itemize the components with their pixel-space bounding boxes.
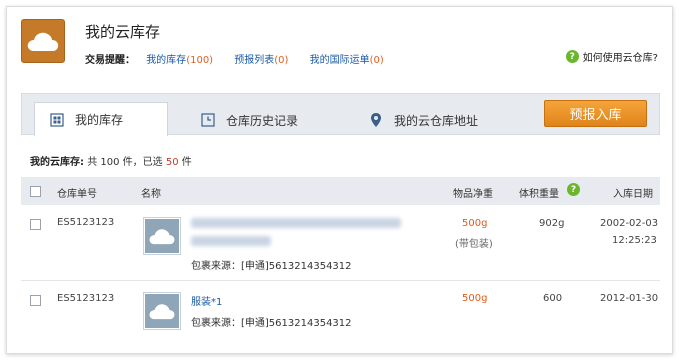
link-international-waybill[interactable]: 我的国际运单(0) <box>310 55 384 66</box>
table-row: ES5123123 包裹来源：[申通]5613214354312 500g (带… <box>21 207 660 281</box>
table-header: 仓库单号 名称 物品净重 体积重量 ? 入库日期 <box>21 177 660 205</box>
col-order-no: 仓库单号 <box>57 189 97 200</box>
inventory-summary: 我的云库存: 共 100 件，已选 50 件 <box>30 153 192 168</box>
tab-label: 我的云仓库地址 <box>394 113 479 128</box>
link-prereport-list[interactable]: 预报列表(0) <box>234 55 288 66</box>
link-count: (0) <box>369 55 384 66</box>
question-mark-icon: ? <box>565 50 579 63</box>
tab-bar: 我的库存 仓库历史记录 我的云仓库地址 预报入库 <box>21 93 660 136</box>
order-number: ES5123123 <box>57 217 115 228</box>
weight-note: (带包装) <box>455 239 493 250</box>
clock-icon <box>200 112 216 128</box>
net-weight: 500g <box>462 218 488 229</box>
link-count: (100) <box>186 55 214 66</box>
trade-reminder: 交易提醒： 我的库存(100) 预报列表(0) 我的国际运单(0) <box>85 51 402 66</box>
item-name-link[interactable]: 服装*1 <box>191 293 222 308</box>
package-source: 包裹来源：[申通]5613214354312 <box>191 261 352 272</box>
col-name: 名称 <box>141 189 161 200</box>
item-name-blurred[interactable] <box>191 236 271 246</box>
col-volume-weight: 体积重量 <box>519 189 559 200</box>
item-thumbnail[interactable] <box>143 217 181 255</box>
summary-total: 共 100 件，已选 <box>87 157 163 168</box>
reminder-label: 交易提醒： <box>85 55 135 66</box>
net-weight: 500g <box>462 293 488 304</box>
col-net-weight: 物品净重 <box>453 189 493 200</box>
grid-icon <box>49 112 65 128</box>
link-count: (0) <box>274 55 289 66</box>
tab-cloud-warehouse-address[interactable]: 我的云仓库地址 <box>368 104 478 136</box>
table-row: ES5123123 服装*1 包裹来源：[申通]5613214354312 50… <box>21 283 660 337</box>
volume-help-icon[interactable]: ? <box>567 183 580 196</box>
item-thumbnail[interactable] <box>143 292 181 330</box>
volume-weight: 902g <box>539 218 565 229</box>
page-title: 我的云库存 <box>85 23 161 41</box>
help-link[interactable]: ? 如何使用云仓库? <box>565 49 658 64</box>
inbound-date: 2002-02-03 <box>600 218 659 229</box>
item-name-blurred[interactable] <box>191 218 401 228</box>
tab-my-inventory[interactable]: 我的库存 <box>34 102 168 136</box>
selected-count: 50 <box>165 157 179 168</box>
summary-unit: 件 <box>181 157 192 168</box>
prereport-inbound-button[interactable]: 预报入库 <box>544 100 647 127</box>
main-panel: 我的云库存 交易提醒： 我的库存(100) 预报列表(0) 我的国际运单(0) … <box>6 6 673 354</box>
location-pin-icon <box>368 112 384 128</box>
row-checkbox[interactable] <box>30 295 41 306</box>
select-all-checkbox[interactable] <box>30 186 41 197</box>
volume-weight: 600 <box>543 293 563 304</box>
inbound-time: 12:25:23 <box>612 235 657 246</box>
link-my-inventory[interactable]: 我的库存(100) <box>146 55 213 66</box>
help-label: 如何使用云仓库? <box>582 53 658 64</box>
order-number: ES5123123 <box>57 293 115 304</box>
inbound-date: 2012-01-30 <box>600 293 659 304</box>
row-checkbox[interactable] <box>30 219 41 230</box>
col-date: 入库日期 <box>613 189 653 200</box>
tab-warehouse-history[interactable]: 仓库历史记录 <box>200 104 298 136</box>
tab-label: 我的库存 <box>75 113 124 127</box>
summary-label: 我的云库存: <box>30 157 84 168</box>
tab-label: 仓库历史记录 <box>226 113 299 128</box>
cloud-logo-icon <box>21 19 65 63</box>
package-source: 包裹来源：[申通]5613214354312 <box>191 318 352 329</box>
